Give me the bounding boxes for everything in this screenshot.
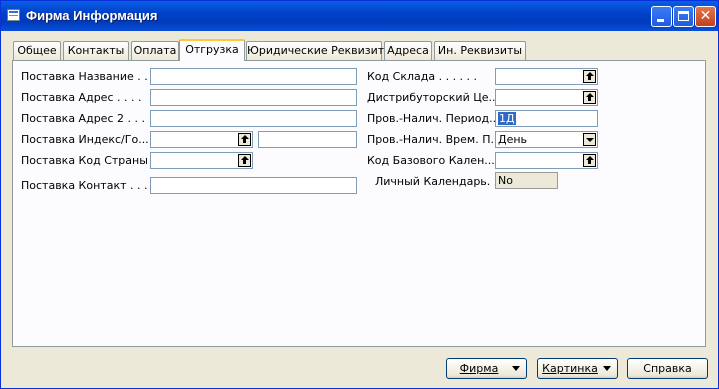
lookup-arrow-icon[interactable] bbox=[583, 70, 596, 83]
tab-shipping[interactable]: Отгрузка bbox=[179, 39, 245, 61]
check-avail-time-label: Пров.-Налич. Врем. П... bbox=[367, 133, 501, 146]
ship-country-field[interactable] bbox=[150, 152, 253, 169]
custom-calendar-label: Личный Календарь. . bbox=[375, 175, 498, 188]
custom-calendar-field: No bbox=[495, 172, 558, 189]
tab-general[interactable]: Общее bbox=[13, 41, 61, 60]
lookup-arrow-icon[interactable] bbox=[238, 133, 251, 146]
dropdown-arrow-icon[interactable] bbox=[583, 133, 596, 146]
lookup-arrow-icon[interactable] bbox=[583, 154, 596, 167]
check-avail-period-label: Пров.-Налич. Период... bbox=[367, 112, 500, 125]
app-window-icon bbox=[7, 9, 20, 21]
location-code-field[interactable] bbox=[495, 68, 598, 85]
check-avail-period-field[interactable]: 1Д bbox=[495, 110, 598, 127]
tab-addresses[interactable]: Адреса bbox=[384, 41, 432, 60]
distribution-center-label: Дистрибуторский Це... bbox=[367, 91, 500, 104]
distribution-center-field[interactable] bbox=[495, 89, 598, 106]
ship-name-field[interactable] bbox=[150, 68, 357, 85]
ship-country-label: Поставка Код Страны . bbox=[21, 154, 155, 167]
ship-postcode-field[interactable] bbox=[150, 131, 253, 148]
check-avail-period-value: 1Д bbox=[498, 112, 516, 125]
maximize-button[interactable] bbox=[673, 6, 694, 27]
tab-contacts[interactable]: Контакты bbox=[63, 41, 129, 60]
chevron-down-icon bbox=[603, 366, 611, 371]
check-avail-time-select[interactable]: День bbox=[495, 131, 598, 148]
picture-button-label: Картинка bbox=[542, 362, 598, 375]
tab-legal-details[interactable]: Юридические Реквизиты bbox=[246, 41, 393, 60]
minimize-icon bbox=[657, 19, 664, 22]
help-button-label: Справка bbox=[643, 362, 692, 375]
tab-payment[interactable]: Оплата bbox=[131, 41, 179, 60]
minimize-button[interactable] bbox=[651, 6, 672, 27]
check-avail-time-value: День bbox=[498, 133, 528, 146]
lookup-arrow-icon[interactable] bbox=[583, 91, 596, 104]
tab-foreign-details[interactable]: Ин. Реквизиты bbox=[434, 41, 526, 60]
chevron-down-icon bbox=[512, 366, 520, 371]
ship-address-label: Поставка Адрес . . . . bbox=[21, 91, 142, 104]
lookup-arrow-icon[interactable] bbox=[238, 154, 251, 167]
ship-address2-label: Поставка Адрес 2 . . . bbox=[21, 112, 145, 125]
main-window: Фирма Информация ✕ Общее Контакты Оплата… bbox=[0, 0, 719, 389]
help-button[interactable]: Справка bbox=[627, 358, 708, 379]
picture-menu-button[interactable]: Картинка bbox=[537, 358, 618, 379]
base-calendar-label: Код Базового Кален... bbox=[367, 154, 495, 167]
ship-contact-field[interactable] bbox=[150, 177, 357, 194]
close-icon: ✕ bbox=[699, 8, 712, 24]
ship-address-field[interactable] bbox=[150, 89, 357, 106]
base-calendar-field[interactable] bbox=[495, 152, 598, 169]
firm-menu-button[interactable]: Фирма bbox=[446, 358, 527, 379]
ship-postcode-label: Поставка Индекс/Го... bbox=[21, 133, 149, 146]
close-button[interactable]: ✕ bbox=[695, 6, 716, 27]
ship-city-field[interactable] bbox=[258, 131, 357, 148]
ship-contact-label: Поставка Контакт . . . bbox=[21, 179, 148, 192]
ship-address2-field[interactable] bbox=[150, 110, 357, 127]
title-bar[interactable]: Фирма Информация ✕ bbox=[1, 1, 718, 31]
firm-button-label: Фирма bbox=[459, 362, 499, 375]
ship-name-label: Поставка Название . . . bbox=[21, 70, 155, 83]
location-code-label: Код Склада . . . . . . bbox=[367, 70, 478, 83]
window-title: Фирма Информация bbox=[26, 8, 158, 23]
maximize-icon bbox=[678, 11, 689, 21]
